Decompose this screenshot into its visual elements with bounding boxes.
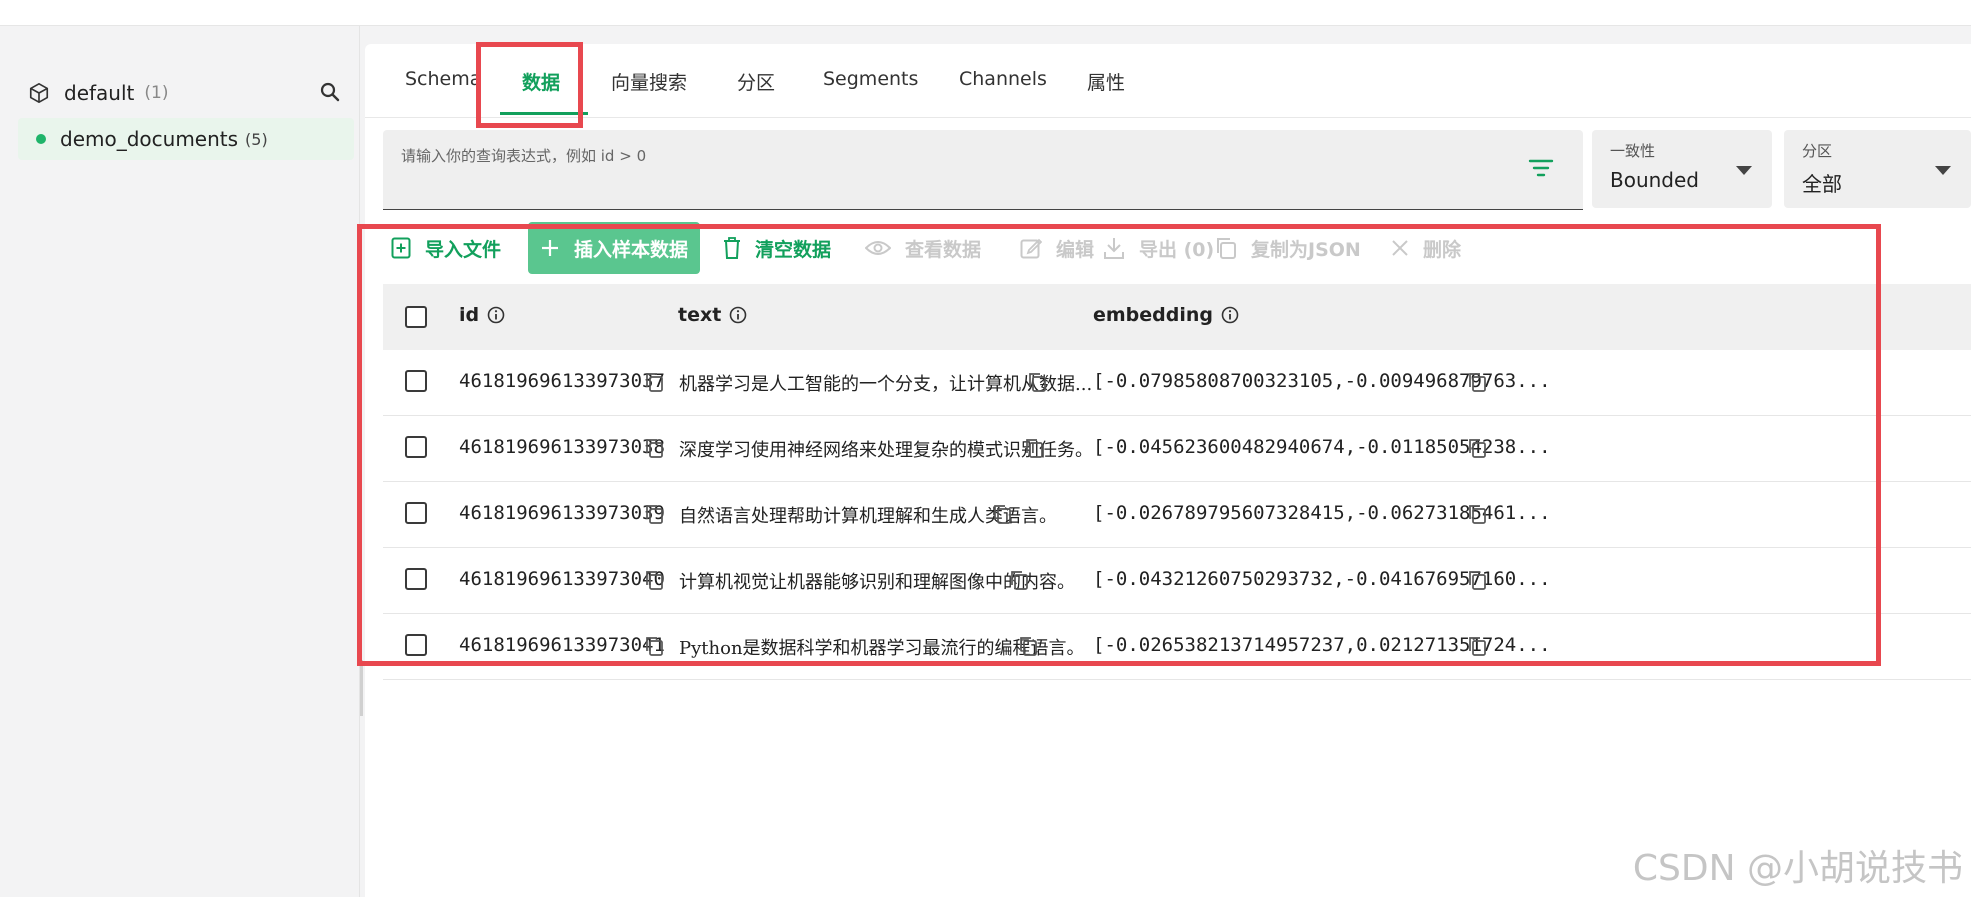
database-name: default	[64, 81, 135, 105]
sidebar: default (1) demo_documents (5)	[0, 26, 360, 897]
status-dot	[36, 134, 46, 144]
chevron-down-icon	[1935, 166, 1951, 175]
query-input[interactable]: 请输入你的查询表达式，例如 id > 0	[383, 130, 1583, 210]
main-panel: Schema 数据 向量搜索 分区 Segments Channels 属性 请…	[357, 42, 1971, 897]
collection-item[interactable]: demo_documents (5)	[18, 118, 354, 160]
chevron-down-icon	[1736, 166, 1752, 175]
search-icon[interactable]	[318, 80, 342, 104]
query-placeholder: 请输入你的查询表达式，例如 id > 0	[401, 147, 647, 165]
tab-segments[interactable]: Segments	[823, 68, 918, 102]
annotation-highlight-tab	[476, 42, 583, 128]
database-item[interactable]: default (1)	[28, 78, 342, 108]
annotation-highlight-table	[357, 224, 1881, 666]
consistency-select[interactable]: 一致性 Bounded	[1592, 130, 1772, 208]
database-count: (1)	[144, 83, 169, 103]
top-bar	[0, 0, 1971, 26]
consistency-label: 一致性	[1610, 142, 1656, 160]
partition-select[interactable]: 分区 全部	[1784, 130, 1971, 208]
consistency-value: Bounded	[1610, 168, 1700, 192]
collection-name: demo_documents	[60, 127, 239, 151]
tab-bar: Schema 数据 向量搜索 分区 Segments Channels 属性	[365, 44, 1971, 118]
sidebar-resize-handle[interactable]	[360, 660, 363, 716]
filter-icon[interactable]	[1527, 156, 1555, 180]
tab-vector-search[interactable]: 向量搜索	[611, 68, 687, 102]
tab-properties[interactable]: 属性	[1087, 68, 1125, 102]
tab-schema[interactable]: Schema	[405, 68, 481, 102]
watermark: CSDN @小胡说技书	[1632, 848, 1963, 889]
partition-value: 全部	[1802, 172, 1842, 196]
tab-channels[interactable]: Channels	[959, 68, 1047, 102]
partition-label: 分区	[1802, 142, 1833, 160]
tab-partitions[interactable]: 分区	[737, 68, 775, 102]
collection-count: (5)	[245, 129, 268, 149]
cube-icon	[29, 83, 49, 103]
